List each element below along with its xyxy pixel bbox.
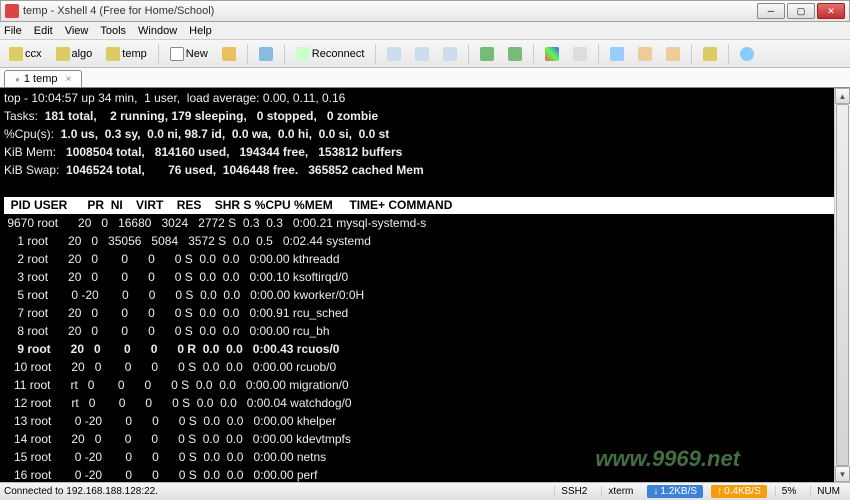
reconnect-button[interactable]: Reconnect [291, 44, 370, 64]
session-icon [9, 47, 23, 61]
menu-edit[interactable]: Edit [34, 25, 53, 37]
menu-file[interactable]: File [4, 25, 22, 37]
find-button[interactable] [438, 44, 462, 64]
vertical-scrollbar[interactable]: ▲ ▼ [834, 88, 850, 482]
process-row: 10 root 20 0 0 0 0 S 0.0 0.0 0:00.00 rcu… [4, 360, 336, 374]
script-icon [508, 47, 522, 61]
lock-button[interactable] [698, 44, 722, 64]
paste-button[interactable] [410, 44, 434, 64]
column-header: PID USER PR NI VIRT RES SHR S %CPU %MEM … [4, 197, 846, 214]
process-row: 1 root 20 0 35056 5084 3572 S 0.0 0.5 0:… [4, 234, 371, 248]
close-button[interactable]: ✕ [817, 3, 845, 19]
maximize-button[interactable]: ▢ [787, 3, 815, 19]
new-button[interactable]: New [165, 44, 213, 64]
tasks-line: Tasks: 181 total, 2 running, 179 sleepin… [4, 109, 378, 123]
copy-button[interactable] [382, 44, 406, 64]
fullscreen-button[interactable] [605, 44, 629, 64]
top-summary-line: top - 10:04:57 up 34 min, 1 user, load a… [4, 91, 345, 105]
tab-status-icon: ● [15, 75, 20, 84]
process-row: 11 root rt 0 0 0 0 S 0.0 0.0 0:00.00 mig… [4, 378, 349, 392]
tab-label: 1 temp [24, 73, 58, 85]
arrow-up-icon: ↑ [717, 486, 722, 497]
tab-temp[interactable]: ● 1 temp × [4, 70, 82, 87]
upload-rate: ↑0.4KB/S [711, 485, 767, 498]
scroll-track[interactable] [835, 104, 850, 466]
process-row: 15 root 0 -20 0 0 0 S 0.0 0.0 0:00.00 ne… [4, 450, 326, 464]
folder-icon [222, 47, 236, 61]
title-bar: temp - Xshell 4 (Free for Home/School) ─… [0, 0, 850, 22]
transfer-icon [480, 47, 494, 61]
find-icon [443, 47, 457, 61]
process-row: 16 root 0 -20 0 0 0 S 0.0 0.0 0:00.00 pe… [4, 468, 318, 482]
process-row: 2 root 20 0 0 0 0 S 0.0 0.0 0:00.00 kthr… [4, 252, 340, 266]
process-row: 12 root rt 0 0 0 0 S 0.0 0.0 0:00.04 wat… [4, 396, 352, 410]
arrow-down-icon: ↓ [653, 486, 658, 497]
session-icon [56, 47, 70, 61]
session-icon [106, 47, 120, 61]
minimize-button[interactable]: ─ [757, 3, 785, 19]
menu-help[interactable]: Help [189, 25, 212, 37]
process-row: 14 root 20 0 0 0 0 S 0.0 0.0 0:00.00 kde… [4, 432, 351, 446]
download-rate: ↓1.2KB/S [647, 485, 703, 498]
percent-label: 5% [775, 486, 802, 497]
process-row: 3 root 20 0 0 0 0 S 0.0 0.0 0:00.10 ksof… [4, 270, 348, 284]
lock-icon [703, 47, 717, 61]
cpu-line: %Cpu(s): 1.0 us, 0.3 sy, 0.0 ni, 98.7 id… [4, 127, 389, 141]
new-icon [170, 47, 184, 61]
numlock-label: NUM [810, 486, 846, 497]
menu-tools[interactable]: Tools [100, 25, 126, 37]
process-row-active: 9 root 20 0 0 0 0 R 0.0 0.0 0:00.43 rcuo… [4, 342, 339, 356]
process-row: 7 root 20 0 0 0 0 S 0.0 0.0 0:00.91 rcu_… [4, 306, 348, 320]
toolbar: ccx algo temp New Reconnect [0, 40, 850, 68]
process-row: 13 root 0 -20 0 0 0 S 0.0 0.0 0:00.00 kh… [4, 414, 336, 428]
tile-button[interactable] [633, 44, 657, 64]
window-title: temp - Xshell 4 (Free for Home/School) [23, 5, 757, 17]
mem-line: KiB Mem: 1008504 total, 814160 used, 194… [4, 145, 402, 159]
color-button[interactable] [540, 44, 564, 64]
cascade-icon [666, 47, 680, 61]
color-icon [545, 47, 559, 61]
scroll-up-icon[interactable]: ▲ [835, 88, 850, 104]
scroll-down-icon[interactable]: ▼ [835, 466, 850, 482]
session-tab-bar: ● 1 temp × [0, 68, 850, 88]
script-button[interactable] [503, 44, 527, 64]
terminal-output[interactable]: top - 10:04:57 up 34 min, 1 user, load a… [0, 88, 850, 482]
open-button[interactable] [217, 44, 241, 64]
connection-status: Connected to 192.168.188.128:22. [4, 486, 546, 497]
tile-icon [638, 47, 652, 61]
paste-icon [415, 47, 429, 61]
font-button[interactable] [568, 44, 592, 64]
font-icon [573, 47, 587, 61]
tab-close-icon[interactable]: × [65, 74, 71, 85]
session-algo[interactable]: algo [51, 44, 98, 64]
menu-window[interactable]: Window [138, 25, 177, 37]
status-bar: Connected to 192.168.188.128:22. SSH2 xt… [0, 482, 850, 500]
properties-button[interactable] [254, 44, 278, 64]
menu-view[interactable]: View [65, 25, 89, 37]
fullscreen-icon [610, 47, 624, 61]
scroll-thumb[interactable] [836, 104, 849, 466]
copy-icon [387, 47, 401, 61]
process-row: 9670 root 20 0 16680 3024 2772 S 0.3 0.3… [4, 216, 426, 230]
xftp-button[interactable] [475, 44, 499, 64]
help-button[interactable] [735, 44, 759, 64]
swap-line: KiB Swap: 1046524 total, 76 used, 104644… [4, 163, 424, 177]
protocol-label: SSH2 [554, 486, 593, 497]
process-row: 5 root 0 -20 0 0 0 S 0.0 0.0 0:00.00 kwo… [4, 288, 364, 302]
cascade-button[interactable] [661, 44, 685, 64]
app-icon [5, 4, 19, 18]
process-row: 8 root 20 0 0 0 0 S 0.0 0.0 0:00.00 rcu_… [4, 324, 330, 338]
help-icon [740, 47, 754, 61]
reconnect-icon [296, 47, 310, 61]
menu-bar: File Edit View Tools Window Help [0, 22, 850, 40]
wrench-icon [259, 47, 273, 61]
session-ccx[interactable]: ccx [4, 44, 47, 64]
session-temp[interactable]: temp [101, 44, 151, 64]
term-type: xterm [601, 486, 639, 497]
